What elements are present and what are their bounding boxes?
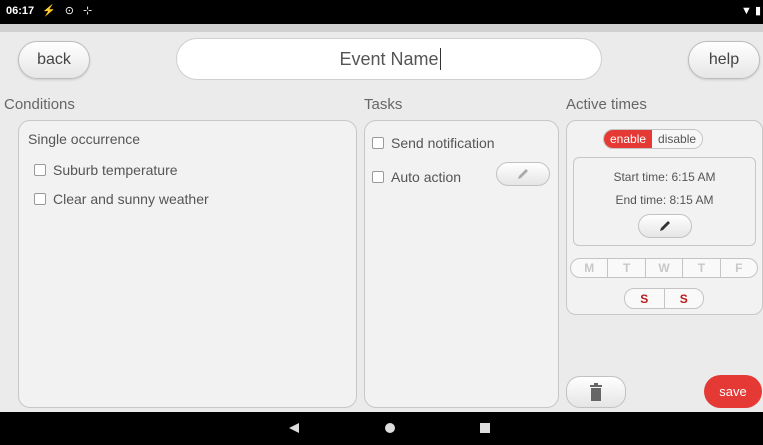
save-button[interactable]: save: [704, 375, 762, 408]
single-occurrence-label[interactable]: Single occurrence: [28, 131, 140, 147]
help-button[interactable]: help: [688, 41, 760, 79]
pencil-icon: [660, 221, 670, 231]
checkbox[interactable]: [34, 193, 46, 205]
task-item-auto-action[interactable]: Auto action: [372, 169, 461, 185]
navigation-bar: [0, 412, 763, 445]
condition-label: Suburb temperature: [53, 162, 178, 178]
start-time-label: Start time: 6:15 AM: [613, 170, 716, 184]
status-time: 06:17: [6, 5, 35, 17]
disable-option[interactable]: disable: [652, 130, 703, 148]
day-thursday[interactable]: T: [683, 259, 721, 277]
status-icons-left: ⚡ ⊙ ⊹: [42, 5, 96, 17]
active-times-heading: Active times: [566, 96, 647, 113]
condition-label: Clear and sunny weather: [53, 191, 209, 207]
weekday-selector[interactable]: M T W T F: [570, 258, 758, 278]
pencil-icon: [518, 169, 528, 179]
day-saturday[interactable]: S: [625, 289, 665, 308]
task-item-send-notification[interactable]: Send notification: [372, 135, 495, 151]
checkbox[interactable]: [34, 164, 46, 176]
end-time-label: End time: 8:15 AM: [615, 193, 714, 207]
condition-item-suburb-temperature[interactable]: Suburb temperature: [34, 162, 178, 178]
delete-button[interactable]: [566, 376, 626, 408]
conditions-heading: Conditions: [4, 96, 75, 113]
task-label: Auto action: [391, 169, 462, 185]
weekend-selector[interactable]: S S: [624, 288, 704, 309]
triangle-back-icon[interactable]: [288, 422, 300, 434]
checkbox[interactable]: [372, 137, 384, 149]
circle-home-icon[interactable]: [384, 422, 396, 434]
square-recents-icon[interactable]: [479, 422, 491, 434]
day-sunday[interactable]: S: [665, 289, 704, 308]
day-friday[interactable]: F: [721, 259, 757, 277]
enable-disable-toggle[interactable]: enable disable: [603, 129, 704, 149]
auto-action-edit-button[interactable]: [496, 162, 550, 186]
task-label: Send notification: [391, 135, 495, 151]
top-strip: [0, 24, 763, 32]
day-tuesday[interactable]: T: [608, 259, 646, 277]
day-wednesday[interactable]: W: [646, 259, 684, 277]
day-monday[interactable]: M: [571, 259, 609, 277]
enable-option[interactable]: enable: [604, 130, 653, 148]
event-name-input[interactable]: [176, 38, 602, 80]
trash-icon: [590, 383, 602, 401]
status-icons-right: ▼ ▮: [741, 5, 761, 17]
back-button[interactable]: back: [18, 41, 90, 79]
status-bar: 06:17 ⚡ ⊙ ⊹ ▼ ▮: [0, 0, 763, 24]
tasks-heading: Tasks: [364, 96, 403, 113]
time-edit-button[interactable]: [638, 214, 692, 238]
text-caret: [440, 48, 441, 70]
condition-item-clear-sunny-weather[interactable]: Clear and sunny weather: [34, 191, 209, 207]
checkbox[interactable]: [372, 171, 384, 183]
